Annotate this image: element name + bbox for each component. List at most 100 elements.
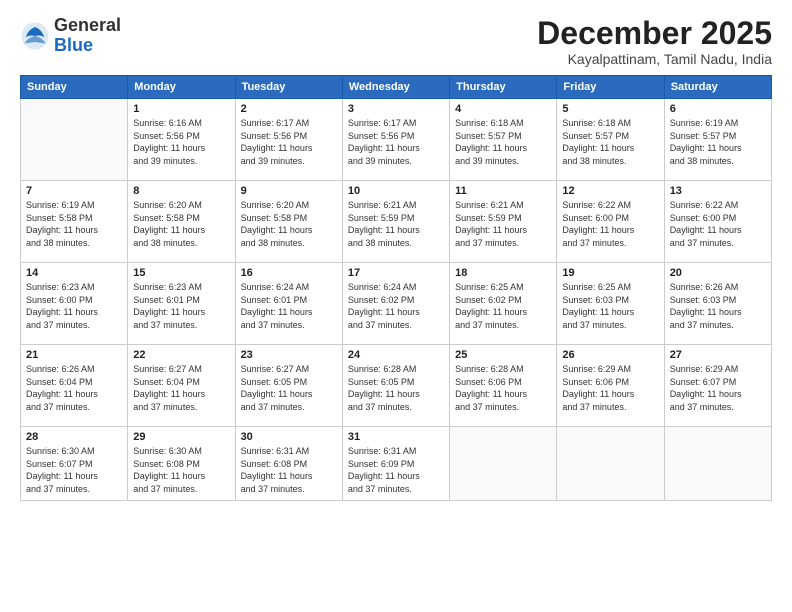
calendar-week-4: 21Sunrise: 6:26 AMSunset: 6:04 PMDayligh… <box>21 345 772 427</box>
calendar-cell: 17 Sunrise: 6:24 AMSunset: 6:02 PMDayligh… <box>342 263 449 345</box>
calendar-cell: 24 Sunrise: 6:28 AMSunset: 6:05 PMDayligh… <box>342 345 449 427</box>
header-saturday: Saturday <box>664 76 771 99</box>
day-info: Sunrise: 6:19 AMSunset: 5:58 PMDaylight:… <box>26 199 122 249</box>
day-number: 12 <box>562 185 658 197</box>
day-number: 27 <box>670 349 766 361</box>
day-number: 1 <box>133 103 229 115</box>
calendar-cell: 11 Sunrise: 6:21 AMSunset: 5:59 PMDayligh… <box>450 181 557 263</box>
day-number: 22 <box>133 349 229 361</box>
logo-text: General Blue <box>54 16 121 56</box>
day-info: Sunrise: 6:24 AMSunset: 6:02 PMDaylight:… <box>348 281 444 331</box>
header-thursday: Thursday <box>450 76 557 99</box>
day-info: Sunrise: 6:17 AMSunset: 5:56 PMDaylight:… <box>241 117 337 167</box>
day-info: Sunrise: 6:16 AMSunset: 5:56 PMDaylight:… <box>133 117 229 167</box>
calendar-cell: 27 Sunrise: 6:29 AMSunset: 6:07 PMDayligh… <box>664 345 771 427</box>
calendar-header: Sunday Monday Tuesday Wednesday Thursday… <box>21 76 772 99</box>
calendar-cell <box>450 427 557 500</box>
day-info: Sunrise: 6:21 AMSunset: 5:59 PMDaylight:… <box>348 199 444 249</box>
header-friday: Friday <box>557 76 664 99</box>
header-sunday: Sunday <box>21 76 128 99</box>
calendar-cell: 15 Sunrise: 6:23 AMSunset: 6:01 PMDayligh… <box>128 263 235 345</box>
calendar-cell: 6Sunrise: 6:19 AMSunset: 5:57 PMDaylight… <box>664 99 771 181</box>
logo-icon <box>20 21 50 51</box>
header-monday: Monday <box>128 76 235 99</box>
calendar-cell: 12Sunrise: 6:22 AMSunset: 6:00 PMDayligh… <box>557 181 664 263</box>
day-info: Sunrise: 6:26 AMSunset: 6:04 PMDaylight:… <box>26 363 122 413</box>
day-number: 9 <box>241 185 337 197</box>
calendar-cell: 9Sunrise: 6:20 AMSunset: 5:58 PMDaylight… <box>235 181 342 263</box>
day-info: Sunrise: 6:22 AMSunset: 6:00 PMDaylight:… <box>670 199 766 249</box>
day-number: 4 <box>455 103 551 115</box>
day-info: Sunrise: 6:21 AMSunset: 5:59 PMDaylight:… <box>455 199 551 249</box>
day-info: Sunrise: 6:27 AMSunset: 6:05 PMDaylight:… <box>241 363 337 413</box>
calendar-cell: 4Sunrise: 6:18 AMSunset: 5:57 PMDaylight… <box>450 99 557 181</box>
day-info: Sunrise: 6:28 AMSunset: 6:05 PMDaylight:… <box>348 363 444 413</box>
calendar-cell: 10Sunrise: 6:21 AMSunset: 5:59 PMDayligh… <box>342 181 449 263</box>
calendar-cell: 3Sunrise: 6:17 AMSunset: 5:56 PMDaylight… <box>342 99 449 181</box>
calendar-cell: 1 Sunrise: 6:16 AMSunset: 5:56 PMDaylight… <box>128 99 235 181</box>
calendar-body: 1 Sunrise: 6:16 AMSunset: 5:56 PMDaylight… <box>21 99 772 500</box>
day-number: 28 <box>26 431 122 443</box>
day-info: Sunrise: 6:31 AMSunset: 6:08 PMDaylight:… <box>241 445 337 495</box>
day-number: 11 <box>455 185 551 197</box>
header-tuesday: Tuesday <box>235 76 342 99</box>
calendar-cell: 21Sunrise: 6:26 AMSunset: 6:04 PMDayligh… <box>21 345 128 427</box>
calendar-cell: 22 Sunrise: 6:27 AMSunset: 6:04 PMDayligh… <box>128 345 235 427</box>
calendar-cell: 20Sunrise: 6:26 AMSunset: 6:03 PMDayligh… <box>664 263 771 345</box>
day-number: 26 <box>562 349 658 361</box>
day-number: 16 <box>241 267 337 279</box>
day-info: Sunrise: 6:20 AMSunset: 5:58 PMDaylight:… <box>133 199 229 249</box>
calendar-cell: 8 Sunrise: 6:20 AMSunset: 5:58 PMDaylight… <box>128 181 235 263</box>
calendar-cell: 29Sunrise: 6:30 AMSunset: 6:08 PMDayligh… <box>128 427 235 500</box>
day-info: Sunrise: 6:30 AMSunset: 6:08 PMDaylight:… <box>133 445 229 495</box>
day-info: Sunrise: 6:23 AMSunset: 6:00 PMDaylight:… <box>26 281 122 331</box>
header-wednesday: Wednesday <box>342 76 449 99</box>
calendar-cell: 13Sunrise: 6:22 AMSunset: 6:00 PMDayligh… <box>664 181 771 263</box>
day-number: 30 <box>241 431 337 443</box>
day-info: Sunrise: 6:23 AMSunset: 6:01 PMDaylight:… <box>133 281 229 331</box>
calendar-week-2: 7 Sunrise: 6:19 AMSunset: 5:58 PMDaylight… <box>21 181 772 263</box>
calendar-week-3: 14Sunrise: 6:23 AMSunset: 6:00 PMDayligh… <box>21 263 772 345</box>
day-number: 25 <box>455 349 551 361</box>
day-info: Sunrise: 6:25 AMSunset: 6:02 PMDaylight:… <box>455 281 551 331</box>
day-info: Sunrise: 6:24 AMSunset: 6:01 PMDaylight:… <box>241 281 337 331</box>
day-info: Sunrise: 6:18 AMSunset: 5:57 PMDaylight:… <box>562 117 658 167</box>
calendar-cell: 14Sunrise: 6:23 AMSunset: 6:00 PMDayligh… <box>21 263 128 345</box>
day-number: 7 <box>26 185 122 197</box>
day-number: 6 <box>670 103 766 115</box>
day-number: 5 <box>562 103 658 115</box>
day-number: 23 <box>241 349 337 361</box>
calendar-cell <box>21 99 128 181</box>
header-row: Sunday Monday Tuesday Wednesday Thursday… <box>21 76 772 99</box>
calendar-table: Sunday Monday Tuesday Wednesday Thursday… <box>20 75 772 500</box>
day-info: Sunrise: 6:29 AMSunset: 6:07 PMDaylight:… <box>670 363 766 413</box>
calendar-cell: 30 Sunrise: 6:31 AMSunset: 6:08 PMDayligh… <box>235 427 342 500</box>
day-number: 15 <box>133 267 229 279</box>
day-info: Sunrise: 6:27 AMSunset: 6:04 PMDaylight:… <box>133 363 229 413</box>
calendar-cell: 7 Sunrise: 6:19 AMSunset: 5:58 PMDaylight… <box>21 181 128 263</box>
calendar-cell: 16 Sunrise: 6:24 AMSunset: 6:01 PMDayligh… <box>235 263 342 345</box>
calendar-cell: 28 Sunrise: 6:30 AMSunset: 6:07 PMDayligh… <box>21 427 128 500</box>
day-number: 3 <box>348 103 444 115</box>
day-info: Sunrise: 6:25 AMSunset: 6:03 PMDaylight:… <box>562 281 658 331</box>
day-number: 2 <box>241 103 337 115</box>
calendar-cell: 23 Sunrise: 6:27 AMSunset: 6:05 PMDayligh… <box>235 345 342 427</box>
day-info: Sunrise: 6:30 AMSunset: 6:07 PMDaylight:… <box>26 445 122 495</box>
calendar-week-5: 28 Sunrise: 6:30 AMSunset: 6:07 PMDayligh… <box>21 427 772 500</box>
logo: General Blue <box>20 16 121 56</box>
day-number: 8 <box>133 185 229 197</box>
day-number: 20 <box>670 267 766 279</box>
day-number: 24 <box>348 349 444 361</box>
calendar-cell <box>557 427 664 500</box>
day-number: 17 <box>348 267 444 279</box>
day-info: Sunrise: 6:31 AMSunset: 6:09 PMDaylight:… <box>348 445 444 495</box>
calendar-cell: 2 Sunrise: 6:17 AMSunset: 5:56 PMDaylight… <box>235 99 342 181</box>
title-block: December 2025 Kayalpattinam, Tamil Nadu,… <box>537 16 772 67</box>
calendar-cell: 25Sunrise: 6:28 AMSunset: 6:06 PMDayligh… <box>450 345 557 427</box>
calendar-cell: 18Sunrise: 6:25 AMSunset: 6:02 PMDayligh… <box>450 263 557 345</box>
month-title: December 2025 <box>537 16 772 51</box>
calendar-cell: 26Sunrise: 6:29 AMSunset: 6:06 PMDayligh… <box>557 345 664 427</box>
logo-general-text: General <box>54 16 121 36</box>
location: Kayalpattinam, Tamil Nadu, India <box>537 51 772 67</box>
header: General Blue December 2025 Kayalpattinam… <box>20 16 772 67</box>
